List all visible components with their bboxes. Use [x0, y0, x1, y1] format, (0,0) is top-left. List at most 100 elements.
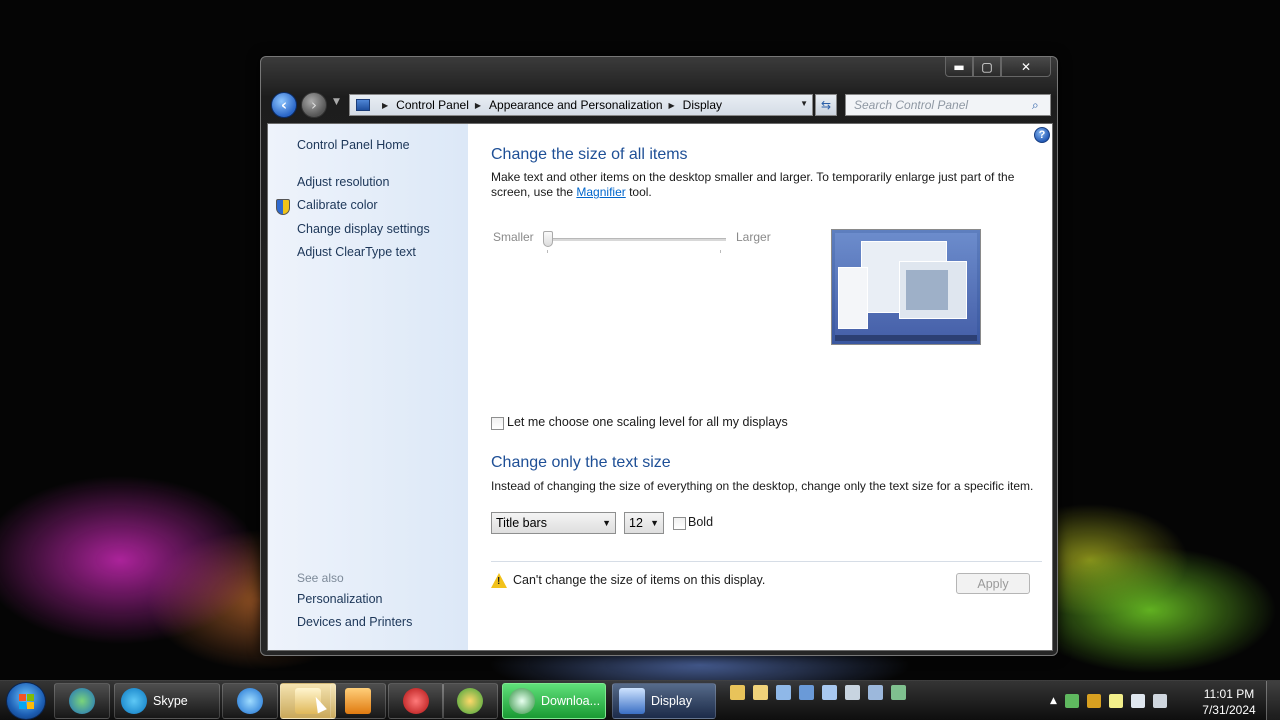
scaling-level-checkbox[interactable] [491, 417, 504, 430]
monitor-icon[interactable] [822, 685, 837, 700]
taskbar-button-label: Downloa... [541, 694, 601, 708]
change-display-settings-link[interactable]: Change display settings [297, 222, 430, 236]
show-hidden-icons-chevron-up-icon[interactable]: ▲ [1050, 696, 1057, 706]
taskbar-ie-pin[interactable] [222, 683, 278, 719]
skype-icon [121, 688, 147, 714]
see-also-heading: See also [297, 571, 344, 585]
breadcrumb-separator-icon[interactable]: ▶ [382, 101, 388, 110]
size-slider-track[interactable] [547, 238, 726, 241]
bug-icon[interactable] [1086, 694, 1101, 708]
scaling-level-label[interactable]: Let me choose one scaling level for all … [507, 415, 788, 429]
folder-icon[interactable] [730, 685, 745, 700]
caption-buttons: ▬ ▢ ✕ [945, 57, 1051, 77]
warning-text: Can't change the size of items on this d… [513, 573, 766, 587]
magnifier-link[interactable]: Magnifier [576, 185, 625, 199]
taskbar-media-pin[interactable] [330, 683, 386, 719]
taskbar-blocked-pin[interactable] [388, 683, 444, 719]
taskbar: Skype Downloa... Display ▲ 11:01 PM 7/31… [0, 680, 1280, 720]
back-button[interactable]: ‹ [271, 92, 297, 118]
divider [491, 561, 1042, 562]
recent-pages-chevron-down-icon[interactable]: ▼ [333, 97, 340, 107]
help-icon[interactable]: ? [1034, 127, 1050, 143]
download-icon [509, 688, 535, 714]
breadcrumb-separator-icon[interactable]: ▶ [475, 101, 481, 110]
windows-orb-icon [457, 688, 483, 714]
volume-icon[interactable] [1152, 694, 1167, 708]
address-bar[interactable]: ▶ Control Panel ▶ Appearance and Persona… [349, 94, 813, 116]
slider-max-label: Larger [736, 230, 771, 244]
taskbar-explorer-pin[interactable] [280, 683, 336, 719]
left-pane: Control Panel Home Adjust resolution Cal… [268, 124, 468, 650]
size-select-value: 12 [629, 516, 643, 530]
taskbar-skype-button[interactable]: Skype [114, 683, 220, 719]
start-button[interactable] [6, 682, 46, 720]
chevron-down-icon: ▼ [650, 518, 659, 528]
note-icon[interactable] [1108, 694, 1123, 708]
apply-button[interactable]: Apply [956, 573, 1030, 594]
maximize-button[interactable]: ▢ [973, 57, 1001, 77]
breadcrumb-display[interactable]: Display [683, 98, 722, 112]
section-title-text-size: Change only the text size [491, 454, 671, 471]
taskbar-windows-pin[interactable] [442, 683, 498, 719]
minimize-button[interactable]: ▬ [945, 57, 973, 77]
clock-date: 7/31/2024 [1202, 703, 1256, 717]
network-icon[interactable] [1130, 694, 1145, 708]
clock[interactable]: 11:01 PM 7/31/2024 [1196, 686, 1262, 718]
windows-logo-icon [19, 694, 35, 710]
display-preview-image [831, 229, 981, 345]
devices-and-printers-link[interactable]: Devices and Printers [297, 615, 412, 629]
network-icon[interactable] [891, 685, 906, 700]
control-panel-home-link[interactable]: Control Panel Home [297, 138, 410, 152]
adjust-cleartype-link[interactable]: Adjust ClearType text [297, 245, 416, 259]
chevron-down-icon: ▼ [602, 518, 611, 528]
taskbar-browser-pin[interactable] [54, 683, 110, 719]
media-player-icon [345, 688, 371, 714]
section-title-size-all: Change the size of all items [491, 146, 688, 163]
security-icon[interactable] [1064, 694, 1079, 708]
monitor-icon[interactable] [868, 685, 883, 700]
globe-icon [69, 688, 95, 714]
section-description-text-size: Instead of changing the size of everythi… [491, 479, 1034, 493]
size-select[interactable]: 12 ▼ [624, 512, 664, 534]
computer-icon[interactable] [776, 685, 791, 700]
search-input[interactable] [846, 95, 1032, 115]
no-entry-icon [403, 688, 429, 714]
bold-checkbox[interactable] [673, 517, 686, 530]
folder-icon[interactable] [753, 685, 768, 700]
slider-tick [547, 250, 548, 253]
personalization-link[interactable]: Personalization [297, 592, 382, 606]
section-description-size-all: Make text and other items on the desktop… [491, 170, 1031, 200]
control-panel-window: ▬ ▢ ✕ ‹ › ▼ ▶ Control Panel ▶ Appearance… [260, 56, 1058, 656]
description-text: Make text and other items on the desktop… [491, 170, 1015, 199]
calibrate-color-link[interactable]: Calibrate color [297, 198, 378, 212]
size-slider-thumb[interactable] [543, 231, 553, 247]
shield-icon [276, 199, 290, 215]
search-box[interactable]: ⌕ [845, 94, 1051, 116]
taskbar-download-button[interactable]: Downloa... [502, 683, 606, 719]
taskbar-display-button[interactable]: Display [612, 683, 716, 719]
close-button[interactable]: ✕ [1001, 57, 1051, 77]
description-text-end: tool. [625, 185, 652, 199]
content-area: Control Panel Home Adjust resolution Cal… [267, 123, 1053, 651]
refresh-button[interactable]: ⇆ [815, 94, 837, 116]
quick-launch-toolbar [730, 685, 906, 700]
control-panel-icon [356, 99, 370, 111]
system-tray: ▲ [1050, 681, 1167, 720]
bold-label[interactable]: Bold [688, 515, 713, 529]
breadcrumb-separator-icon[interactable]: ▶ [669, 101, 675, 110]
navigation-bar: ‹ › ▼ ▶ Control Panel ▶ Appearance and P… [271, 91, 1051, 119]
internet-explorer-icon [237, 688, 263, 714]
breadcrumb-control-panel[interactable]: Control Panel [396, 98, 469, 112]
forward-button[interactable]: › [301, 92, 327, 118]
item-select[interactable]: Title bars ▼ [491, 512, 616, 534]
search-icon[interactable]: ⌕ [1032, 98, 1050, 113]
breadcrumb-appearance[interactable]: Appearance and Personalization [489, 98, 662, 112]
slider-min-label: Smaller [493, 230, 534, 244]
clock-time: 11:01 PM [1203, 687, 1255, 701]
adjust-resolution-link[interactable]: Adjust resolution [297, 175, 389, 189]
show-desktop-button[interactable] [1266, 681, 1280, 720]
item-select-value: Title bars [496, 516, 547, 530]
address-dropdown-chevron-down-icon[interactable]: ▼ [800, 99, 808, 108]
recycle-bin-icon[interactable] [845, 685, 860, 700]
network-icon[interactable] [799, 685, 814, 700]
